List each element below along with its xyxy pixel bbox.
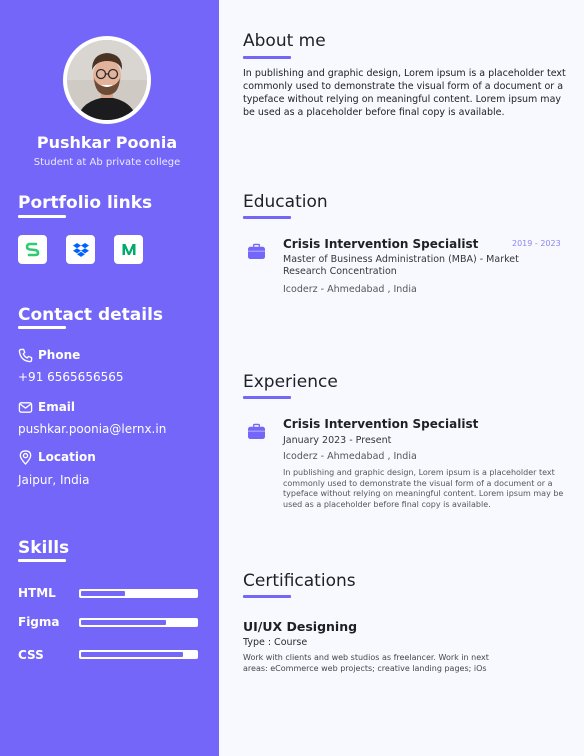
medium-icon <box>122 244 135 255</box>
certification-title: UI/UX Designing <box>243 619 358 634</box>
phone-icon <box>18 348 33 363</box>
education-years: 2019 - 2023 <box>512 239 561 248</box>
education-underline <box>243 216 291 219</box>
stackshare-icon <box>25 242 40 257</box>
portfolio-underline <box>18 215 66 218</box>
skill-bar <box>79 650 198 659</box>
education-degree: Master of Business Administration (MBA) … <box>283 254 519 277</box>
portfolio-heading: Portfolio links <box>18 193 153 213</box>
skills-heading: Skills <box>18 538 70 558</box>
certification-description: Work with clients and web studios as fre… <box>243 653 489 673</box>
briefcase-icon <box>248 423 265 440</box>
profile-subtitle: Student at Ab private college <box>33 157 181 168</box>
skill-bar <box>79 618 198 627</box>
about-underline <box>243 56 291 59</box>
stackshare-link[interactable] <box>18 235 47 264</box>
skills-underline <box>18 559 66 562</box>
profile-photo <box>67 40 147 120</box>
avatar-frame <box>63 36 151 124</box>
certifications-underline <box>243 595 291 598</box>
profile-name: Pushkar Poonia <box>36 133 178 152</box>
location-label: Location <box>38 450 96 464</box>
dropbox-link[interactable] <box>66 235 95 264</box>
sidebar: Pushkar Poonia Student at Ab private col… <box>0 0 219 756</box>
skill-name: HTML <box>18 586 56 600</box>
education-heading: Education <box>243 192 328 212</box>
experience-location: Icoderz - Ahmedabad , India <box>283 451 417 462</box>
certifications-heading: Certifications <box>243 571 356 591</box>
skill-bar <box>79 589 198 598</box>
dropbox-icon <box>72 242 89 257</box>
phone-value[interactable]: +91 6565656565 <box>18 370 124 384</box>
avatar <box>67 40 147 120</box>
experience-heading: Experience <box>243 372 338 392</box>
education-title: Crisis Intervention Specialist <box>283 237 479 251</box>
contact-underline <box>18 326 66 329</box>
mail-icon <box>18 402 33 413</box>
about-text: In publishing and graphic design, Lorem … <box>243 68 566 118</box>
experience-title: Crisis Intervention Specialist <box>283 417 479 431</box>
email-label: Email <box>38 400 76 414</box>
briefcase-icon <box>248 243 265 260</box>
email-value[interactable]: pushkar.poonia@lernx.in <box>18 422 166 436</box>
phone-label: Phone <box>38 348 81 362</box>
skill-name: CSS <box>18 648 44 662</box>
skill-bar-fill <box>81 652 183 657</box>
experience-underline <box>243 396 291 399</box>
skill-bar-fill <box>81 620 166 625</box>
location-pin-icon <box>19 450 32 465</box>
experience-description: In publishing and graphic design, Lorem … <box>283 468 564 509</box>
about-heading: About me <box>243 31 326 51</box>
education-location: Icoderz - Ahmedabad , India <box>283 284 417 295</box>
location-value: Jaipur, India <box>18 473 90 487</box>
contact-heading: Contact details <box>18 305 164 325</box>
medium-link[interactable] <box>114 235 143 264</box>
skill-name: Figma <box>18 615 60 629</box>
skill-bar-fill <box>81 591 125 596</box>
experience-dates: January 2023 - Present <box>283 435 392 446</box>
certification-type: Type : Course <box>243 637 308 648</box>
